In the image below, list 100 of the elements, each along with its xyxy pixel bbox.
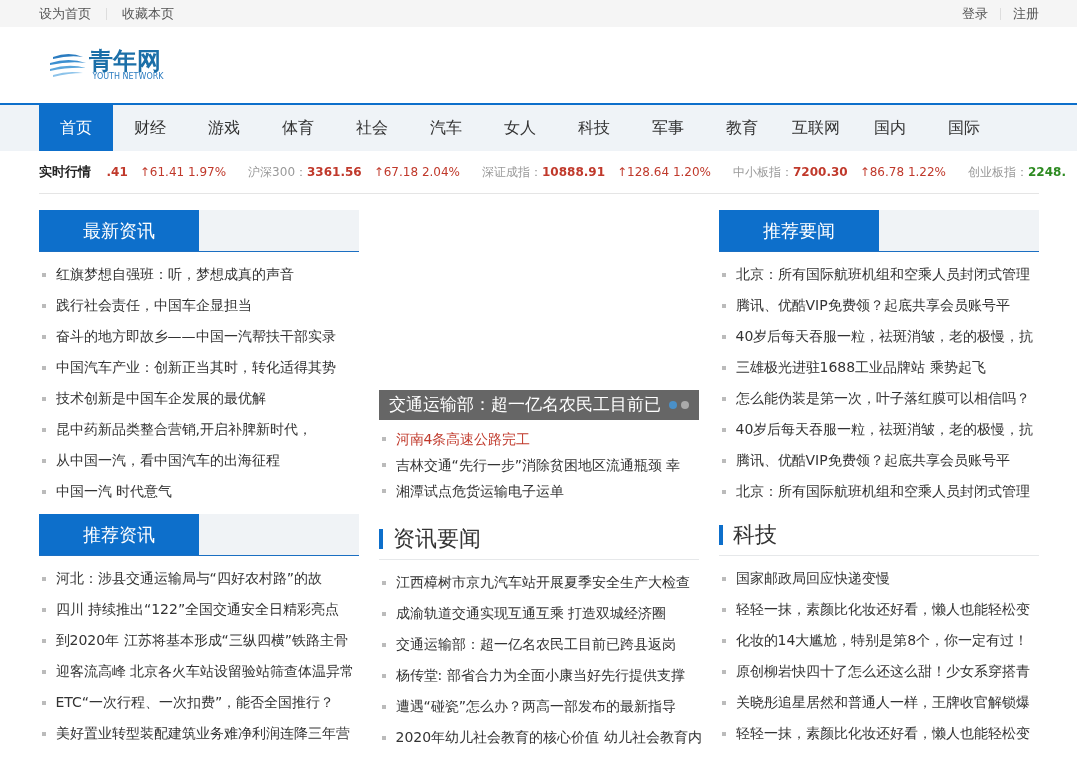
news-link[interactable]: 河南4条高速公路完工 xyxy=(395,428,531,450)
nav-tab[interactable]: 国际 xyxy=(926,105,1001,151)
bullet-icon xyxy=(41,576,46,581)
section-title: 最新资讯 xyxy=(38,210,199,251)
bullet-icon xyxy=(381,463,386,467)
news-link[interactable]: 从中国一汽，看中国汽车的出海征程 xyxy=(55,450,280,471)
section-title: 推荐要闻 xyxy=(718,210,879,251)
news-link[interactable]: 河北：涉县交通运输局与“四好农村路”的故 xyxy=(55,568,322,589)
news-link[interactable]: 吉林交通“先行一步”消除贫困地区流通瓶颈 幸 xyxy=(395,454,681,476)
index-name: 深证成指： xyxy=(482,164,542,181)
news-link[interactable]: 腾讯、优酷VIP免费领？起底共享会员账号平 xyxy=(735,295,1010,316)
index-value: 10888.91 xyxy=(542,164,606,181)
bullet-icon xyxy=(721,365,726,370)
news-link[interactable]: 昆中药新品类整合营销,开启补脾新时代， xyxy=(55,419,312,440)
news-link[interactable]: 四川 持续推出“122”全国交通安全日精彩亮点 xyxy=(55,599,340,620)
bullet-icon xyxy=(41,700,46,705)
news-link[interactable]: 40岁后每天吞服一粒，祛斑消皱，老的极慢，抗 xyxy=(735,326,1034,347)
site-logo[interactable]: 青年网 YOUTH NETWORK xyxy=(48,49,164,81)
news-link[interactable]: 技术创新是中国车企发展的最优解 xyxy=(55,388,266,409)
index-change: ↑128.64 1.20% xyxy=(617,164,711,181)
bullet-icon xyxy=(41,272,46,277)
top-link[interactable]: 注册 xyxy=(1012,3,1039,24)
nav-tab[interactable]: 体育 xyxy=(260,105,335,151)
top-link[interactable]: 设为首页 xyxy=(38,3,91,24)
title-marker xyxy=(718,524,723,545)
bullet-icon xyxy=(721,458,726,463)
news-link[interactable]: 中国一汽 时代意气 xyxy=(55,481,172,502)
nav-tab[interactable]: 国内 xyxy=(852,105,927,151)
bullet-icon xyxy=(721,731,726,736)
news-link[interactable]: 三雄极光进驻1688工业品牌站 乘势起飞 xyxy=(735,357,986,378)
index-value: 3361.56 xyxy=(307,164,362,181)
bullet-icon xyxy=(721,607,726,612)
news-link[interactable]: 到2020年 江苏将基本形成“三纵四横”铁路主骨 xyxy=(55,630,349,651)
bullet-icon xyxy=(41,427,46,432)
bullet-icon xyxy=(721,334,726,339)
bullet-icon xyxy=(381,704,386,709)
nav-tab[interactable]: 军事 xyxy=(630,105,705,151)
nav-tab[interactable]: 财经 xyxy=(112,105,187,151)
news-link[interactable]: 遭遇“碰瓷”怎么办？两高一部发布的最新指导 xyxy=(395,696,676,717)
bullet-icon xyxy=(41,669,46,674)
news-link[interactable]: 践行社会责任，中国车企显担当 xyxy=(55,295,252,316)
news-link[interactable]: 湘潭试点危货运输电子运单 xyxy=(395,480,564,502)
index-name: 沪深300： xyxy=(248,164,307,181)
index-change: ↑61.41 1.97% xyxy=(139,164,227,181)
bullet-icon xyxy=(721,396,726,401)
news-link[interactable]: 美好置业转型装配建筑业务难净利润连降三年营 xyxy=(55,723,350,744)
top-link[interactable]: 登录 xyxy=(961,3,988,24)
news-link[interactable]: 交通运输部：超一亿名农民工目前已跨县返岗 xyxy=(395,634,676,655)
news-link[interactable]: 轻轻一抹，素颜比化妆还好看，懒人也能轻松变 xyxy=(735,599,1030,620)
index-value: 2248. xyxy=(1028,164,1066,181)
news-link[interactable]: 北京：所有国际航班机组和空乘人员封闭式管理 xyxy=(735,264,1030,285)
bullet-icon xyxy=(721,638,726,643)
nav-tab[interactable]: 游戏 xyxy=(186,105,261,151)
nav-tab[interactable]: 教育 xyxy=(704,105,779,151)
news-link[interactable]: 40岁后每天吞服一粒，祛斑消皱，老的极慢，抗 xyxy=(735,419,1034,440)
slide-caption[interactable]: 交通运输部：超一亿名农民工目前已 xyxy=(388,392,661,418)
news-link[interactable]: 原创柳岩快四十了怎么还这么甜！少女系穿搭青 xyxy=(735,661,1030,682)
news-link[interactable]: 腾讯、优酷VIP免费领？起底共享会员账号平 xyxy=(735,450,1010,471)
section-title: 科技 xyxy=(732,521,777,549)
news-link[interactable]: 中国汽车产业：创新正当其时，转化适得其势 xyxy=(55,357,336,378)
news-link[interactable]: 奋斗的地方即故乡——中国一汽帮扶干部实录 xyxy=(55,326,336,347)
bullet-icon xyxy=(381,673,386,678)
news-link[interactable]: 迎客流高峰 北京各火车站设留验站筛查体温异常 xyxy=(55,661,354,682)
news-link[interactable]: 关晓彤追星居然和普通人一样，王牌收官解锁爆 xyxy=(735,692,1030,713)
bullet-icon xyxy=(721,576,726,581)
news-link[interactable]: 成渝轨道交通实现互通互乘 打造双城经济圈 xyxy=(395,603,666,624)
title-marker xyxy=(378,528,383,549)
news-link[interactable]: ETC“一次行程、一次扣费”，能否全国推行？ xyxy=(55,692,335,713)
bullet-icon xyxy=(381,642,386,647)
news-link[interactable]: 国家邮政局回应快递变慢 xyxy=(735,568,890,589)
bullet-icon xyxy=(41,303,46,308)
section-title: 推荐资讯 xyxy=(38,514,199,555)
news-link[interactable]: 怎么能伪装是第一次，叶子落红膜可以相信吗？ xyxy=(735,388,1030,409)
nav-tab[interactable]: 科技 xyxy=(556,105,631,151)
news-link[interactable]: 北京：所有国际航班机组和空乘人员封闭式管理 xyxy=(735,481,1030,502)
bullet-icon xyxy=(41,334,46,339)
index-change: ↑86.78 1.22% xyxy=(859,164,946,181)
bullet-icon xyxy=(41,458,46,463)
news-link[interactable]: 杨传堂: 部省合力为全面小康当好先行提供支撑 xyxy=(395,665,685,686)
bullet-icon xyxy=(41,396,46,401)
nav-tab[interactable]: 互联网 xyxy=(778,105,853,151)
nav-tab[interactable]: 社会 xyxy=(334,105,409,151)
top-link[interactable]: 收藏本页 xyxy=(121,3,174,24)
bullet-icon xyxy=(721,700,726,705)
bullet-icon xyxy=(41,489,46,494)
nav-tab[interactable]: 首页 xyxy=(38,105,113,151)
news-link[interactable]: 红旗梦想自强班：听，梦想成真的声音 xyxy=(55,264,294,285)
logo-text: 青年网 xyxy=(88,49,161,73)
bullet-icon xyxy=(41,365,46,370)
nav-tab[interactable]: 女人 xyxy=(482,105,557,151)
index-value: .41 xyxy=(106,164,128,181)
index-change: ↑67.18 2.04% xyxy=(373,164,460,181)
nav-tab[interactable]: 汽车 xyxy=(408,105,483,151)
bullet-icon xyxy=(381,580,386,585)
news-link[interactable]: 江西樟树市京九汽车站开展夏季安全生产大检查 xyxy=(395,572,690,593)
section-title: 资讯要闻 xyxy=(392,525,481,553)
news-link[interactable]: 2020年幼儿社会教育的核心价值 幼儿社会教育内 xyxy=(395,727,702,748)
news-link[interactable]: 化妆的14大尴尬，特别是第8个，你一定有过！ xyxy=(735,630,1029,651)
news-link[interactable]: 轻轻一抹，素颜比化妆还好看，懒人也能轻松变 xyxy=(735,723,1030,744)
bullet-icon xyxy=(381,437,386,441)
